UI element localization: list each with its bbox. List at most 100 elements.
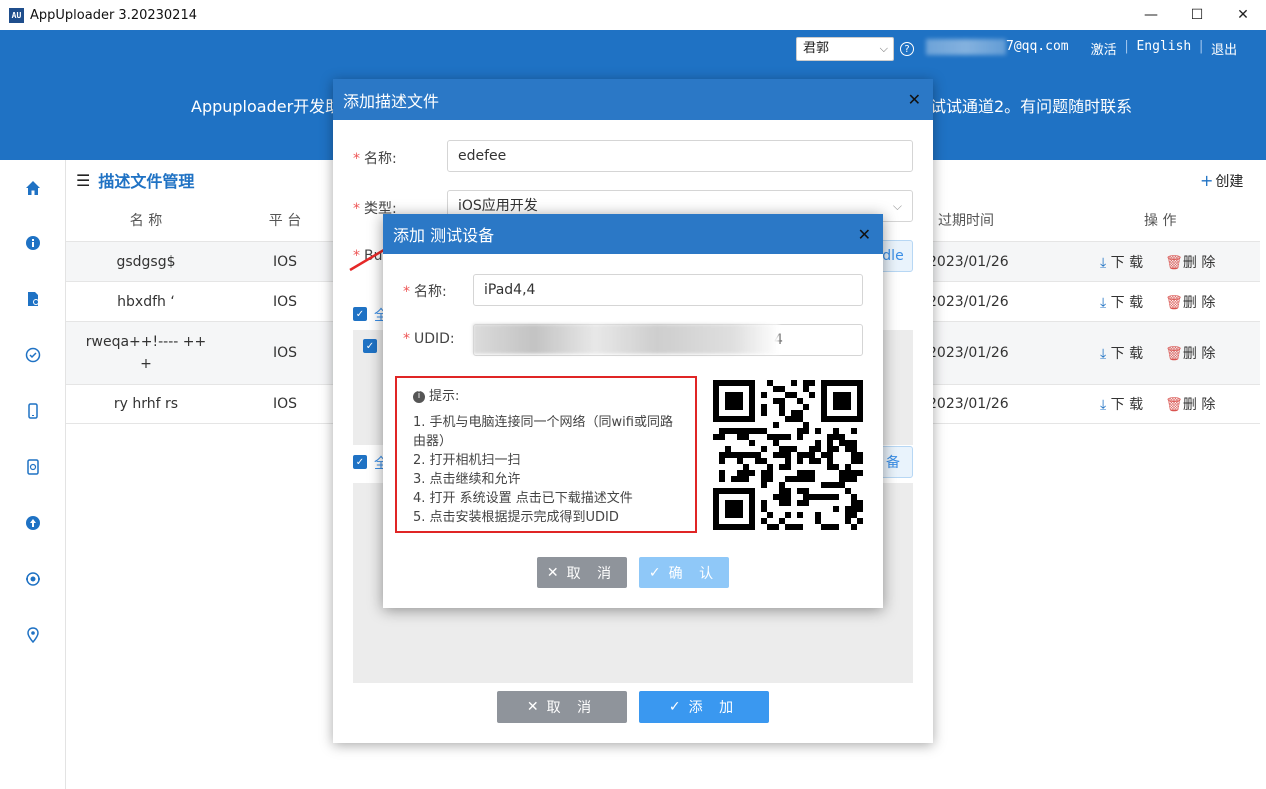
row-platform: IOS [272,293,298,310]
dialog-header: 添加描述文件 ✕ [333,79,933,120]
close-icon[interactable]: ✕ [908,90,921,109]
window-title: AppUploader 3.20230214 [30,7,197,23]
delete-button[interactable]: 🗑删 除 [1165,292,1215,312]
device-icon[interactable] [24,402,42,420]
download-icon: ⤓ [1100,346,1107,362]
location-icon[interactable] [24,626,42,644]
home-icon[interactable] [24,179,42,197]
dialog-title: 添加 测试设备 [393,226,495,245]
download-button[interactable]: ⤓ 下 载 [1100,343,1143,363]
tip-item: 由器） [413,434,453,449]
page-title: ☰ 描述文件管理 [76,168,194,192]
create-button[interactable]: + 创建 [1200,171,1243,191]
menu-icon: ☰ [76,170,91,190]
chevron-down-icon: ⌵ [879,42,888,55]
dialog-header: 添加 测试设备 ✕ [383,214,883,254]
user-select[interactable]: 君郭 ⌵ [796,37,894,61]
app-logo-icon: AU [9,7,24,23]
delete-label: 删 除 [1182,346,1216,362]
english-link[interactable]: English [1136,39,1191,58]
certificate-checkbox[interactable]: ✓ [363,339,377,353]
close-icon[interactable]: ✕ [858,225,871,244]
select-all-cert-checkbox[interactable]: ✓ [353,307,367,321]
row-platform: IOS [272,396,298,412]
name-row: * 名称: [353,148,397,168]
row-name-line1: rweqa++!---- ++ [85,334,207,350]
cancel-button[interactable]: ✕ 取 消 [537,557,627,588]
profile-name-input[interactable]: edefee [447,140,913,172]
col-name: 名 称 [129,213,163,229]
download-button[interactable]: ⤓ 下 载 [1100,252,1143,272]
download-icon: ⤓ [1100,397,1107,413]
col-actions: 操 作 [1144,213,1177,229]
tip-item: 4. 打开 系统设置 点击已下载描述文件 [413,491,633,506]
row-platform: IOS [272,253,298,270]
delete-button[interactable]: 🗑删 除 [1165,252,1215,272]
confirm-button[interactable]: ✓ 确 认 [639,557,729,588]
close-window-button[interactable]: ✕ [1220,0,1266,30]
qr-code-icon [713,380,863,530]
row-name: ry hrhf rs [113,396,179,412]
user-select-value: 君郭 [803,41,830,56]
download-label: 下 载 [1110,254,1144,271]
upload-icon[interactable] [24,514,42,532]
select-all-device-checkbox[interactable]: ✓ [353,455,367,469]
download-label: 下 载 [1110,294,1144,311]
trash-icon: 🗑 [1165,346,1183,362]
download-icon: ⤓ [1100,294,1107,311]
minimize-button[interactable]: — [1128,0,1174,30]
window-titlebar: AU AppUploader 3.20230214 — ☐ ✕ [0,0,1266,30]
row-expiry: 2023/01/26 [928,293,1009,310]
trash-icon: 🗑 [1165,397,1183,413]
cancel-button[interactable]: ✕ 取 消 [497,691,627,723]
row-name: hbxdfh ‘ [117,293,175,310]
row-expiry: 2023/01/26 [928,253,1009,270]
file-icon[interactable] [24,290,42,308]
logout-link[interactable]: 退出 [1211,39,1237,58]
tip-item: 1. 手机与电脑连接同一个网络（同wifi或同路 [413,415,673,430]
tips-title-text: 提示: [429,389,460,404]
tip-item: 2. 打开相机扫一扫 [413,453,521,468]
row-name-line2: + [140,356,152,372]
trash-icon: 🗑 [1165,294,1183,311]
app-icon[interactable] [24,458,42,476]
row-expiry: 2023/01/26 [928,396,1009,412]
email-redacted [926,39,1006,55]
maximize-button[interactable]: ☐ [1174,0,1220,30]
device-name-input[interactable]: iPad4,4 [473,274,863,306]
plus-icon: + [1200,171,1214,190]
delete-button[interactable]: 🗑删 除 [1165,394,1215,414]
cancel-label: 取 消 [566,565,618,582]
check-icon: ✓ [668,699,681,715]
row-name: rweqa++!---- ++ + [66,331,226,375]
certificate-icon[interactable] [24,346,42,364]
confirm-label: 确 认 [668,565,720,582]
add-button[interactable]: ✓ 添 加 [639,691,769,723]
settings-icon[interactable] [24,570,42,588]
tips-title: i 提示: [413,387,695,406]
cancel-label: 取 消 [546,700,598,716]
udid-label-text: UDID: [414,331,455,347]
row-expiry: 2023/01/26 [928,345,1009,361]
tips-box: i 提示: 1. 手机与电脑连接同一个网络（同wifi或同路 由器） 2. 打开… [395,376,697,533]
delete-button[interactable]: 🗑删 除 [1165,343,1215,363]
add-label: 添 加 [688,700,740,716]
row-platform: IOS [272,345,298,361]
device-name-label: * 名称: [403,284,447,300]
activate-link[interactable]: 激活 [1091,39,1117,58]
device-name-label-text: 名称: [414,284,447,300]
chevron-down-icon: ⌵ [892,199,902,213]
create-label: 创建 [1215,174,1244,190]
help-icon[interactable]: ? [900,42,914,56]
email-suffix: 7@qq.com [1006,39,1069,54]
download-button[interactable]: ⤓ 下 载 [1100,394,1143,414]
delete-label: 删 除 [1182,254,1216,271]
row-name: gsdgsg$ [116,253,176,270]
divider: | [1122,39,1131,54]
tip-item: 5. 点击安装根据提示完成得到UDID [413,510,619,525]
download-button[interactable]: ⤓ 下 载 [1100,292,1143,312]
delete-label: 删 除 [1182,397,1216,413]
udid-label: * UDID: [403,331,455,347]
download-label: 下 载 [1110,346,1144,362]
info-icon[interactable] [24,234,42,252]
